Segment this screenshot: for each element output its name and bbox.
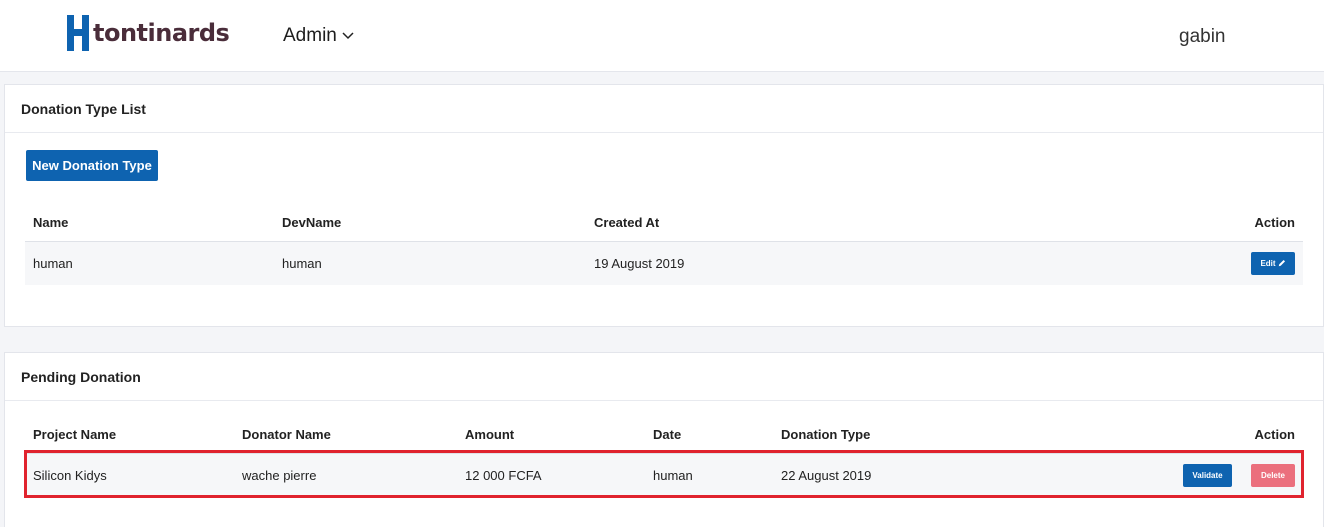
pending-donation-table: Project Name Donator Name Amount Date Do… — [25, 417, 1303, 497]
table-row: Silicon Kidys wache pierre 12 000 FCFA h… — [25, 453, 1303, 497]
delete-button[interactable]: Delete — [1251, 463, 1295, 487]
pending-donation-card: Pending Donation Project Name Donator Na… — [4, 352, 1324, 527]
column-header: Date — [645, 417, 773, 454]
cell-name: human — [25, 241, 274, 285]
donation-type-card: Donation Type List New Donation Type Nam… — [4, 84, 1324, 327]
table-header-row: Project Name Donator Name Amount Date Do… — [25, 417, 1303, 454]
cell-dev-name: human — [274, 241, 586, 285]
donation-type-table: Name DevName Created At Action human hum… — [25, 205, 1303, 285]
cell-donation-type: 22 August 2019 — [773, 453, 1073, 497]
pending-donation-card-title: Pending Donation — [5, 353, 1323, 401]
cell-action: Validate Delete — [1073, 453, 1303, 497]
logo-text: tontinards — [93, 19, 230, 47]
logo-mark-icon — [67, 15, 89, 51]
new-donation-type-button[interactable]: New Donation Type — [26, 150, 158, 181]
edit-button-label: Edit — [1260, 258, 1276, 268]
column-header: Project Name — [25, 417, 234, 454]
validate-button[interactable]: Validate — [1183, 463, 1232, 487]
cell-donator-name: wache pierre — [234, 453, 457, 497]
user-name[interactable]: gabin — [1179, 26, 1226, 48]
column-header: DevName — [274, 205, 586, 242]
donation-type-card-title: Donation Type List — [5, 85, 1323, 133]
table-row: human human 19 August 2019 Edit — [25, 241, 1303, 285]
column-header: Donator Name — [234, 417, 457, 454]
logo[interactable]: tontinards — [67, 15, 230, 51]
cell-created-at: 19 August 2019 — [586, 241, 1086, 285]
cell-amount: 12 000 FCFA — [457, 453, 645, 497]
column-header: Donation Type — [773, 417, 1073, 454]
admin-dropdown-label: Admin — [283, 25, 337, 46]
cell-date: human — [645, 453, 773, 497]
column-header: Amount — [457, 417, 645, 454]
admin-dropdown[interactable]: Admin — [283, 25, 354, 47]
column-header: Name — [25, 205, 274, 242]
column-header: Created At — [586, 205, 1086, 242]
column-header: Action — [1086, 205, 1303, 242]
table-header-row: Name DevName Created At Action — [25, 205, 1303, 242]
cell-action: Edit — [1086, 241, 1303, 285]
column-header: Action — [1073, 417, 1303, 454]
cell-project-name: Silicon Kidys — [25, 453, 234, 497]
chevron-down-icon — [342, 32, 354, 40]
edit-button[interactable]: Edit — [1251, 251, 1295, 275]
pencil-icon — [1278, 260, 1285, 267]
top-navbar: tontinards Admin gabin — [0, 0, 1324, 72]
